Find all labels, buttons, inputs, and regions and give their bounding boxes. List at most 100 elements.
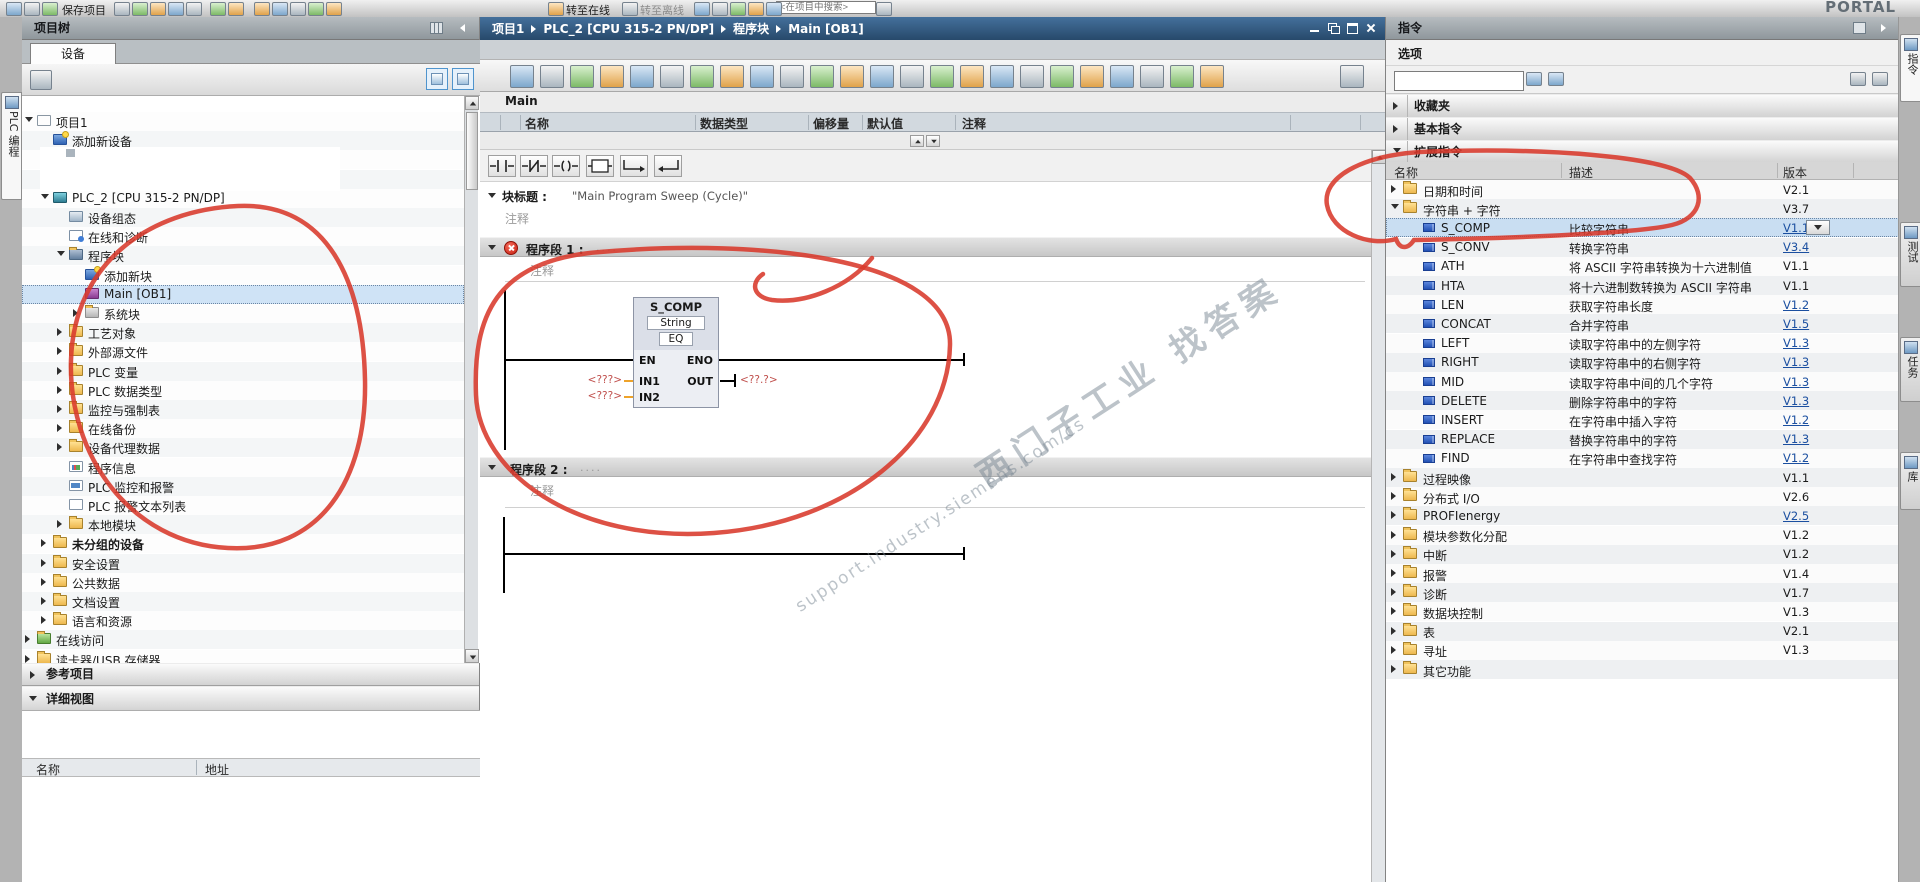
chevron-down-icon[interactable] — [488, 465, 496, 470]
favorites-add-icon[interactable] — [930, 65, 954, 88]
tree-filter-icon[interactable] — [30, 70, 52, 90]
instruction-row-中断[interactable]: 中断 V1.2 — [1386, 544, 1899, 564]
tree-item-程序信息[interactable]: 程序信息 — [22, 457, 464, 477]
network-1-title-placeholder[interactable]: .... — [596, 241, 618, 254]
block-properties-icon[interactable] — [630, 65, 654, 88]
chevron-right-icon[interactable] — [1391, 607, 1396, 616]
update-calls-icon[interactable] — [1020, 65, 1044, 88]
open-project-icon[interactable] — [24, 2, 40, 16]
insert-box-icon[interactable] — [870, 65, 894, 88]
pin-in1[interactable]: IN1 — [639, 375, 660, 388]
instruction-row-DELETE[interactable]: DELETE 删除字符串中的字符 V1.3 — [1386, 391, 1899, 411]
expand-panel-icon[interactable] — [1881, 24, 1886, 32]
instruction-row-数据块控制[interactable]: 数据块控制 V1.3 — [1386, 602, 1899, 622]
chevron-right-icon[interactable] — [57, 520, 62, 529]
search-icon[interactable] — [1170, 65, 1194, 88]
open-branch-icon[interactable] — [620, 155, 648, 177]
instruction-row-ATH[interactable]: ATH 将 ASCII 字符串转换为十六进制值 V1.1 — [1386, 256, 1899, 276]
splitter-down-icon[interactable] — [926, 135, 940, 147]
tree-item-监控与强制表[interactable]: 监控与强制表 — [22, 400, 464, 419]
tree-item-设备组态[interactable]: 设备组态 — [22, 208, 464, 227]
chevron-down-icon[interactable] — [488, 245, 496, 250]
grid-view-icon[interactable] — [1872, 72, 1888, 86]
chevron-right-icon[interactable] — [1391, 569, 1396, 577]
chevron-right-icon[interactable] — [1393, 125, 1398, 133]
copy-icon[interactable] — [150, 2, 166, 16]
monitoring-icon[interactable] — [1110, 65, 1134, 88]
insert-network-icon[interactable] — [780, 65, 804, 88]
download-block-icon[interactable] — [1080, 65, 1104, 88]
minimize-editor-icon[interactable] — [1306, 21, 1322, 36]
print-icon[interactable] — [114, 2, 130, 16]
chevron-right-icon[interactable] — [41, 539, 46, 548]
chevron-right-icon[interactable] — [57, 347, 62, 356]
chevron-right-icon[interactable] — [41, 577, 46, 586]
tree-item-添加新块[interactable]: 添加新块 — [22, 265, 464, 285]
section-extended-instructions[interactable]: 扩展指令 — [1386, 140, 1898, 164]
consistency-check-icon[interactable] — [1050, 65, 1074, 88]
breadcrumb-main-ob1[interactable]: Main [OB1] — [788, 22, 864, 36]
block-title-value[interactable]: "Main Program Sweep (Cycle)" — [572, 189, 748, 203]
save-project-button[interactable]: 保存项目 — [62, 2, 106, 18]
version-link[interactable]: V1.5 — [1783, 317, 1809, 331]
tree-item-在线访问[interactable]: 在线访问 — [22, 630, 464, 650]
search-down-icon[interactable] — [1526, 72, 1542, 86]
tree-item-语言和资源[interactable]: 语言和资源 — [22, 611, 464, 631]
version-link[interactable]: V1.3 — [1783, 336, 1809, 350]
tree-item-系统块[interactable]: 系统块 — [22, 304, 464, 323]
version-dropdown[interactable] — [1806, 219, 1830, 235]
breadcrumb-project[interactable]: 项目1 — [492, 20, 524, 37]
maximize-editor-icon[interactable] — [1344, 21, 1360, 36]
toggle-comments-icon[interactable] — [750, 65, 774, 88]
go-offline-icon[interactable] — [622, 2, 638, 16]
rail-tab-任务[interactable]: 任务 — [1900, 337, 1920, 402]
scroll-up-icon[interactable] — [465, 96, 479, 110]
accessible-devices-icon[interactable] — [694, 2, 710, 16]
chevron-right-icon[interactable] — [25, 654, 30, 663]
s-comp-block[interactable]: S_COMP String EQ EN IN1 IN2 ENO OUT — [633, 297, 719, 408]
tree-scrollbar-thumb[interactable] — [466, 112, 478, 190]
tree-item-项目1[interactable]: 项目1 — [22, 112, 464, 131]
start-cpu-icon[interactable] — [308, 2, 324, 16]
window-layout-icon[interactable] — [1340, 65, 1364, 88]
block-tab-label[interactable]: Main — [505, 94, 538, 108]
pin-eno[interactable]: ENO — [687, 354, 713, 367]
empty-box-icon[interactable] — [586, 155, 614, 177]
float-panel-icon[interactable] — [1853, 22, 1866, 34]
rename-icon[interactable] — [570, 65, 594, 88]
chevron-right-icon[interactable] — [57, 443, 62, 452]
outline-icon[interactable] — [660, 65, 684, 88]
chevron-right-icon[interactable] — [1391, 626, 1396, 635]
network-1-header[interactable]: 程序段 1 : .... — [480, 237, 1371, 257]
instruction-row-其它功能[interactable]: 其它功能 — [1386, 660, 1899, 679]
instruction-row-寻址[interactable]: 寻址 V1.3 — [1386, 640, 1899, 660]
in2-operand-placeholder[interactable]: <???> — [576, 390, 622, 402]
instruction-row-S_CONV[interactable]: S_CONV 转换字符串 V3.4 — [1386, 237, 1899, 257]
tree-item-读卡器/USB 存储器[interactable]: 读卡器/USB 存储器 — [22, 649, 464, 663]
go-offline-button[interactable]: 转至离线 — [640, 2, 684, 18]
instruction-row-日期和时间[interactable]: 日期和时间 V2.1 — [1386, 180, 1899, 199]
block-operation-dropdown[interactable]: EQ — [659, 332, 693, 346]
insert-contact-icon[interactable] — [810, 65, 834, 88]
breadcrumb-plc[interactable]: PLC_2 [CPU 315-2 PN/DP] — [543, 22, 714, 36]
version-link[interactable]: V1.2 — [1783, 298, 1809, 312]
search-up-icon[interactable] — [1548, 72, 1564, 86]
close-branch-icon[interactable] — [654, 155, 682, 177]
collapse-panel-icon[interactable] — [460, 24, 465, 32]
goto-next-error-icon[interactable] — [990, 65, 1014, 88]
chevron-down-icon[interactable] — [1391, 204, 1399, 210]
chevron-right-icon[interactable] — [1391, 588, 1396, 597]
chevron-down-icon[interactable] — [29, 696, 37, 701]
version-link[interactable]: V2.5 — [1783, 509, 1809, 523]
insert-coil-icon[interactable] — [840, 65, 864, 88]
details-view-icon[interactable] — [426, 68, 448, 90]
rail-tab-库[interactable]: 库 — [1900, 452, 1920, 510]
collapse-networks-icon[interactable] — [720, 65, 744, 88]
version-link[interactable]: V1.3 — [1783, 394, 1809, 408]
overview-icon[interactable] — [452, 68, 474, 90]
tree-item-PLC 监控和报警[interactable]: PLC 监控和报警 — [22, 476, 464, 496]
chevron-right-icon[interactable] — [57, 385, 62, 394]
pin-in2[interactable]: IN2 — [639, 391, 660, 404]
tree-item-在线备份[interactable]: 在线备份 — [22, 419, 464, 439]
save-icon[interactable] — [42, 2, 58, 16]
